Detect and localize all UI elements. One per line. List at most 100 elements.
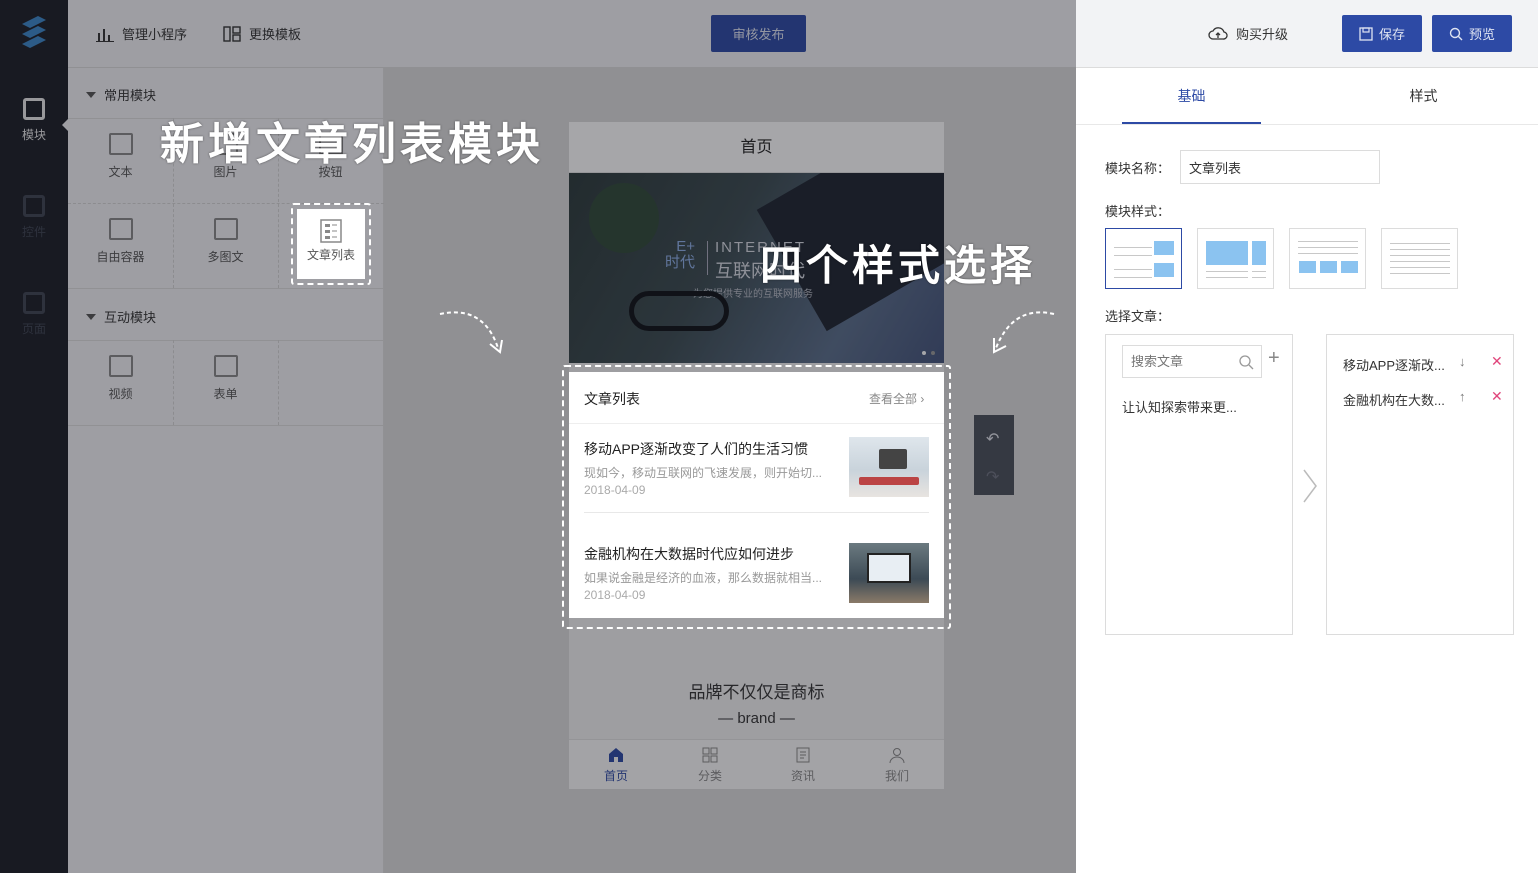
search-icon[interactable] [1238,354,1254,370]
tab-style[interactable]: 样式 [1354,68,1493,124]
redo-icon[interactable]: ↷ [986,467,999,487]
top-bar: 管理小程序 更换模板 审核发布 购买升级 保存 预览 [68,0,1538,68]
article-date: 2018-04-09 [584,483,646,497]
carousel-dot[interactable] [922,351,926,355]
tab-basic[interactable]: 基础 [1122,68,1261,124]
dash: — [718,710,738,727]
arrow-annotation-icon [993,311,1055,354]
style-option-2[interactable] [1197,228,1274,289]
thumbnail-objects [859,477,919,485]
banner-eplus-text: E+ [676,238,696,255]
nav-news[interactable]: 资讯 [778,746,828,784]
search-input[interactable] [1123,346,1235,377]
nav-label: 资讯 [790,769,815,783]
style-option-1[interactable] [1105,228,1182,289]
module-tile-free-container[interactable]: 自由容器 [68,203,173,288]
brand-en: brand [737,710,776,727]
tile-label: 自由容器 [96,250,145,264]
divider [1076,124,1538,125]
nav-about[interactable]: 我们 [872,746,922,784]
nav-label: 分类 [697,769,722,783]
user-icon [889,748,905,764]
view-all-link[interactable]: 查看全部 › [869,390,924,407]
module-name-label: 模块名称： [1105,161,1171,176]
article-item[interactable]: 移动APP逐渐改变了人们的生活习惯 现如今，移动互联网的飞速发展，则开始切...… [569,424,944,512]
module-tile-form[interactable]: 表单 [173,340,278,425]
article-title: 移动APP逐渐改变了人们的生活习惯 [584,441,809,457]
tile-label: 多图文 [207,250,244,264]
save-label: 保存 [1378,27,1405,42]
chevron-right-icon[interactable] [1300,468,1320,504]
candidate-article[interactable]: 让认知探索带来更... [1122,397,1237,416]
video-icon [108,355,133,377]
tile-label: 表单 [213,387,238,401]
article-list-module[interactable]: 文章列表 查看全部 › 移动APP逐渐改变了人们的生活习惯 现如今，移动互联网的… [569,372,944,618]
history-controls: ↶ ↷ [974,415,1014,495]
nav-home[interactable]: 首页 [591,746,641,784]
selected-article-title: 金融机构在大数... [1343,393,1445,408]
common-modules-header[interactable]: 常用模块 [86,85,156,104]
rail-item-page[interactable]: 页面 [0,292,68,337]
widget-icon [23,195,45,217]
article-date: 2018-04-09 [584,588,646,602]
plant-image [589,183,659,253]
container-icon [108,218,133,240]
rail-label: 页面 [21,322,46,336]
manage-miniapp-link[interactable]: 管理小程序 [96,24,187,43]
article-thumbnail [849,543,929,603]
nav-label: 我们 [884,769,909,783]
template-label: 更换模板 [249,27,302,42]
move-up-icon[interactable]: ↑ [1459,389,1466,404]
left-rail: 模块 控件 页面 [0,0,69,873]
form-icon [213,355,238,377]
move-down-icon[interactable]: ↓ [1459,354,1466,369]
upgrade-link[interactable]: 购买升级 [1208,24,1288,43]
nav-category[interactable]: 分类 [685,746,735,784]
module-tile-multi-image-text[interactable]: 多图文 [173,203,278,288]
delete-icon[interactable]: ✕ [1491,353,1503,370]
undo-icon[interactable]: ↶ [986,429,999,449]
divider [173,340,174,425]
preview-label: 预览 [1468,27,1495,42]
module-name-input[interactable] [1180,150,1380,184]
publish-button[interactable]: 审核发布 [711,15,806,52]
add-icon[interactable]: + [1268,347,1280,370]
module-tile-video[interactable]: 视频 [68,340,173,425]
article-thumbnail [849,437,929,497]
article-desc: 如果说金融是经济的血液，那么数据就相当... [584,571,823,585]
selected-article-item[interactable]: 金融机构在大数... ↑ ✕ [1327,384,1515,414]
interact-modules-header[interactable]: 互动模块 [86,307,156,326]
save-icon [1359,26,1373,41]
save-button[interactable]: 保存 [1342,15,1422,52]
banner-divider [707,241,708,275]
cloud-upload-icon [1208,26,1228,40]
glasses-image [629,291,729,331]
bottom-nav: 首页 分类 资讯 我们 [569,739,944,789]
rail-item-widget[interactable]: 控件 [0,195,68,240]
candidate-article-list: + 让认知探索带来更... [1105,334,1293,635]
template-icon [223,25,241,42]
preview-button[interactable]: 预览 [1432,15,1512,52]
module-icon [23,98,45,120]
home-icon [609,748,623,762]
selected-article-item[interactable]: 移动APP逐渐改... ↓ ✕ [1327,349,1515,379]
rail-item-module[interactable]: 模块 [0,98,68,143]
caret-down-icon [86,92,96,98]
brand-heading: 品牌不仅仅是商标 [688,683,825,702]
carousel-dot[interactable] [931,351,935,355]
module-panel: 常用模块 文本 图片 按钮 自由容器 多图文 互动模块 视频 表单 [68,68,384,873]
article-item[interactable]: 金融机构在大数据时代应如何进步 如果说金融是经济的血液，那么数据就相当... 2… [569,513,944,613]
list-icon [320,219,342,243]
divider [68,425,384,426]
style-option-3[interactable] [1289,228,1366,289]
module-tile-article-list[interactable]: 文章列表 [297,209,365,279]
grid-icon [702,747,718,763]
change-template-link[interactable]: 更换模板 [223,24,301,43]
annotation-four-styles: 四个样式选择 [760,241,1037,290]
style-option-4[interactable] [1381,228,1458,289]
arrow-annotation-icon [439,311,503,354]
section-title: 互动模块 [104,310,157,325]
news-icon [796,747,810,763]
module-tile-text[interactable]: 文本 [68,118,173,203]
delete-icon[interactable]: ✕ [1491,388,1503,405]
